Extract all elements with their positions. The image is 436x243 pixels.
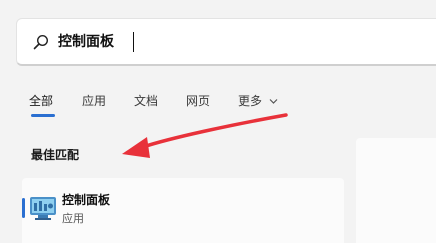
- selection-indicator: [22, 198, 25, 218]
- best-match-heading: 最佳匹配: [31, 148, 80, 162]
- detail-panel: [356, 138, 436, 243]
- chevron-down-icon[interactable]: [269, 98, 278, 105]
- search-window: 控制面板 全部 应用 文档 网页 更多 最佳匹配 控制面板 应用: [0, 0, 436, 243]
- control-panel-icon: [30, 197, 56, 220]
- search-box[interactable]: 控制面板: [16, 18, 436, 66]
- tab-web[interactable]: 网页: [186, 92, 210, 110]
- active-tab-indicator: [31, 114, 55, 117]
- tab-all[interactable]: 全部: [29, 92, 53, 110]
- result-subtitle: 应用: [62, 212, 84, 225]
- result-title: 控制面板: [62, 193, 111, 207]
- best-match-result[interactable]: 控制面板 应用: [22, 178, 344, 243]
- tab-more[interactable]: 更多: [238, 92, 262, 110]
- search-input[interactable]: 控制面板: [58, 31, 114, 53]
- tab-apps[interactable]: 应用: [82, 92, 106, 110]
- text-caret: [133, 32, 134, 52]
- tab-documents[interactable]: 文档: [134, 92, 158, 110]
- search-icon: [33, 34, 49, 50]
